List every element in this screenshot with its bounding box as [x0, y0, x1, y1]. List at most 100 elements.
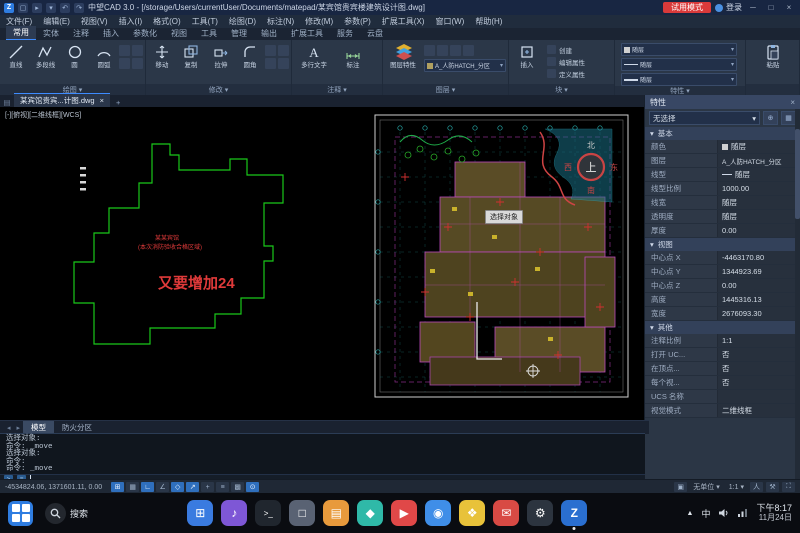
grid-toggle-icon[interactable]: ▦	[126, 482, 139, 492]
redo-icon[interactable]: ↷	[74, 3, 84, 13]
media-player-icon[interactable]: ▶	[391, 500, 417, 526]
transparency-toggle-icon[interactable]: ▩	[231, 482, 244, 492]
login-button[interactable]: 登录	[715, 2, 742, 13]
close-button[interactable]: ×	[782, 3, 796, 12]
new-file-icon[interactable]: ▢	[18, 3, 28, 13]
paste-button[interactable]: 粘贴	[756, 42, 789, 70]
search-button[interactable]: 搜索	[45, 503, 88, 524]
modify-tool-icon[interactable]	[265, 58, 276, 69]
dimension-button[interactable]: 标注	[335, 42, 371, 70]
model-space-icon[interactable]: ▣	[674, 482, 687, 492]
menu-item-edit[interactable]: 编辑(E)	[43, 16, 70, 27]
workspace-switch-icon[interactable]: ⚒	[766, 482, 779, 492]
mtext-button[interactable]: A 多行文字	[294, 42, 334, 70]
tab-manage[interactable]: 管理	[224, 27, 254, 40]
tab-annotate[interactable]: 注释	[66, 27, 96, 40]
volume-icon[interactable]	[718, 508, 729, 518]
modify-tool-icon[interactable]	[265, 45, 276, 56]
draw-tool-icon[interactable]	[119, 58, 130, 69]
section-view[interactable]: ▾ 视图	[645, 238, 800, 251]
close-tab-icon[interactable]: ×	[100, 96, 104, 105]
ortho-toggle-icon[interactable]: ∟	[141, 482, 154, 492]
prop-value[interactable]: 0.00	[717, 224, 800, 237]
tab-solid[interactable]: 实体	[36, 27, 66, 40]
units-dropdown[interactable]: 无单位 ▾	[690, 482, 723, 492]
osnap-toggle-icon[interactable]: ◇	[171, 482, 184, 492]
draw-tool-icon[interactable]	[119, 45, 130, 56]
clock[interactable]: 下午8:17 11月24日	[756, 503, 792, 523]
menu-item-view[interactable]: 视图(V)	[81, 16, 108, 27]
prop-value[interactable]: 1344923.69	[717, 265, 800, 278]
command-line-panel[interactable]: 选择对象: 命令: _move 选择对象: 命令: 命令: _move > ≡	[0, 433, 645, 482]
undo-icon[interactable]: ↶	[60, 3, 70, 13]
mail-app-icon[interactable]: ✉	[493, 500, 519, 526]
layer-dropdown[interactable]: A_人防HATCH_分区 ▾	[424, 59, 506, 72]
prop-value[interactable]: 随层	[717, 168, 800, 181]
tab-view[interactable]: 视图	[164, 27, 194, 40]
tab-cloud[interactable]: 云盘	[360, 27, 390, 40]
close-icon[interactable]: ×	[790, 98, 795, 107]
app-store-icon[interactable]: ⊞	[187, 500, 213, 526]
menu-item-modify[interactable]: 修改(M)	[305, 16, 333, 27]
cad-canvas[interactable]: 上 北 南 西 东	[0, 107, 645, 420]
menu-item-window[interactable]: 窗口(W)	[435, 16, 464, 27]
menu-item-draw[interactable]: 绘图(D)	[229, 16, 256, 27]
trash-icon[interactable]: □	[289, 500, 315, 526]
menu-item-help[interactable]: 帮助(H)	[475, 16, 502, 27]
prop-value[interactable]: 1445316.13	[717, 293, 800, 306]
tab-express[interactable]: 扩展工具	[284, 27, 330, 40]
prop-value[interactable]: 随层	[717, 140, 800, 153]
polar-toggle-icon[interactable]: ∠	[156, 482, 169, 492]
settings-app-icon[interactable]: ⚙	[527, 500, 553, 526]
polyline-button[interactable]: 多段线	[31, 42, 59, 70]
draw-tool-icon[interactable]	[132, 58, 143, 69]
move-button[interactable]: 移动	[148, 42, 176, 70]
layer-tool-icon[interactable]	[424, 45, 435, 56]
color-dropdown[interactable]: 随层 ▾	[621, 43, 737, 56]
modify-panel-label[interactable]: 修改▾	[146, 84, 291, 95]
stretch-button[interactable]: 拉伸	[207, 42, 235, 70]
menu-item-insert[interactable]: 插入(I)	[119, 16, 143, 27]
trial-mode-button[interactable]: 试用模式	[663, 2, 711, 13]
layer-panel-label[interactable]: 图层▾	[383, 84, 508, 95]
insert-block-button[interactable]: 插入	[511, 42, 543, 70]
prop-value[interactable]: 否	[717, 376, 800, 389]
lineweight-dropdown[interactable]: 随层 ▾	[621, 73, 737, 86]
tab-parametric[interactable]: 参数化	[126, 27, 164, 40]
tab-home[interactable]: 常用	[6, 26, 36, 40]
layout-prev-icon[interactable]: ◂	[4, 424, 14, 432]
line-button[interactable]: 直线	[2, 42, 30, 70]
prop-value[interactable]: 1000.00	[717, 182, 800, 195]
layer-tool-icon[interactable]	[463, 45, 474, 56]
menu-item-parametric[interactable]: 参数(P)	[344, 16, 371, 27]
minimize-button[interactable]: ─	[746, 3, 760, 12]
prop-value[interactable]: 0.00	[717, 279, 800, 292]
snap-toggle-icon[interactable]: ⊞	[111, 482, 124, 492]
drawing-viewport[interactable]: 上 北 南 西 东 [-][俯视][二维线框][WCS] 某某宾馆 (本次消防验…	[0, 107, 645, 420]
layer-tool-icon[interactable]	[450, 45, 461, 56]
music-app-icon[interactable]: ♪	[221, 500, 247, 526]
browser-icon[interactable]: ◉	[425, 500, 451, 526]
input-method-indicator[interactable]: 中	[701, 507, 710, 520]
clipboard-panel-label[interactable]	[746, 84, 799, 95]
prop-value[interactable]: 二维线框	[717, 404, 800, 417]
toggle-pickadd-button[interactable]: ▦	[781, 111, 796, 125]
modify-tool-icon[interactable]	[278, 45, 289, 56]
layer-tool-icon[interactable]	[437, 45, 448, 56]
scrollbar[interactable]	[795, 109, 800, 479]
new-document-button[interactable]: +	[110, 98, 126, 107]
edit-attribute-button[interactable]: 编辑属性	[547, 56, 585, 67]
prop-value[interactable]: 随层	[717, 210, 800, 223]
selection-filter-dropdown[interactable]: 无选择 ▾	[649, 111, 760, 125]
tab-tools[interactable]: 工具	[194, 27, 224, 40]
copy-button[interactable]: 复制	[177, 42, 205, 70]
prop-value[interactable]: A_人防HATCH_分区	[717, 154, 800, 167]
prop-value[interactable]: 随层	[717, 196, 800, 209]
launcher-button[interactable]	[8, 501, 33, 526]
section-misc[interactable]: ▾ 其他	[645, 321, 800, 334]
lineweight-toggle-icon[interactable]: ≡	[216, 482, 229, 492]
terminal-app-icon[interactable]: >_	[255, 500, 281, 526]
network-icon[interactable]	[737, 508, 748, 518]
annotation-scale-dropdown[interactable]: 1:1 ▾	[726, 483, 747, 491]
fillet-button[interactable]: 圆角	[236, 42, 264, 70]
